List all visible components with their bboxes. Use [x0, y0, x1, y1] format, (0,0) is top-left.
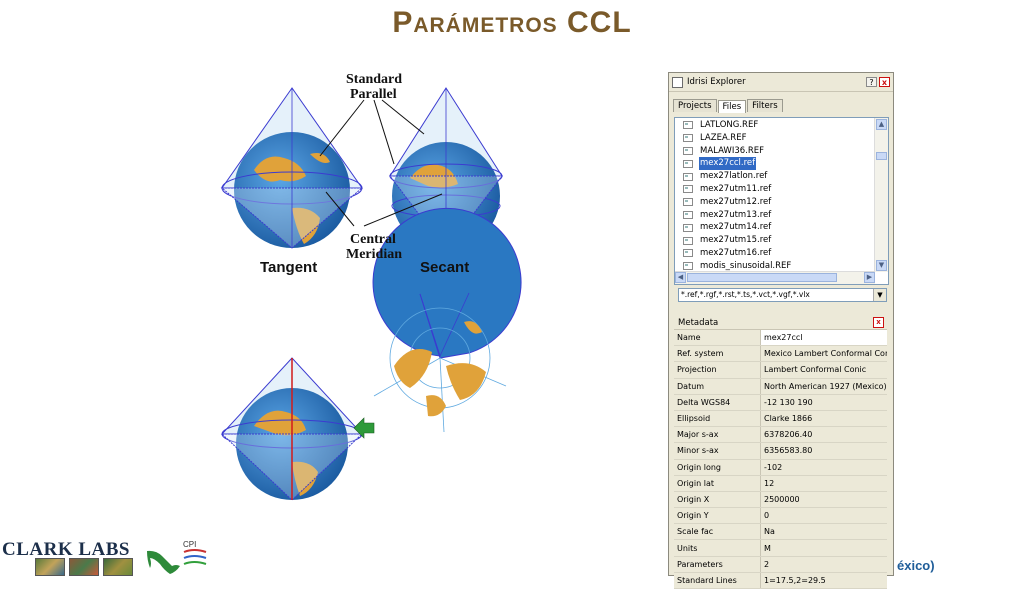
table-row: Origin Y0 — [674, 507, 887, 525]
metadata-header: Metadata x — [674, 316, 887, 330]
list-item[interactable]: mex27utm14.ref — [675, 221, 875, 234]
metadata-table: Name mex27ccl Ref. system Mexico Lambert C… — [674, 330, 887, 589]
file-icon — [683, 159, 693, 168]
table-row: Scale fac Na — [674, 523, 887, 541]
file-list: LATLONG.REF LAZEA.REF MALAWI36.REF mex27… — [674, 117, 889, 285]
label-meridian: Meridian — [346, 247, 402, 262]
chevron-down-icon[interactable]: ▼ — [873, 289, 886, 301]
scroll-thumb[interactable] — [876, 152, 887, 160]
label-central: Central — [350, 232, 396, 247]
vertical-scrollbar[interactable]: ▲ ▼ — [874, 118, 888, 272]
scroll-left-icon[interactable]: ◀ — [675, 272, 686, 283]
explorer-tabs: Projects Files Filters — [669, 92, 893, 113]
file-icon — [683, 249, 693, 258]
close-button[interactable]: x — [879, 77, 890, 87]
app-icon — [672, 76, 683, 88]
table-row: Origin X 2500000 — [674, 491, 887, 509]
mexico-map-icon — [147, 550, 180, 574]
map-thumbnail — [35, 558, 65, 576]
list-item[interactable]: MALAWI36.REF — [675, 145, 875, 158]
file-icon — [683, 223, 693, 232]
list-item[interactable]: LAZEA.REF — [675, 132, 875, 145]
table-row: Major s-ax 6378206.40 — [674, 426, 887, 444]
file-icon — [683, 198, 693, 207]
list-item[interactable]: mex27utm11.ref — [675, 183, 875, 196]
label-standard: Standard — [346, 72, 403, 87]
file-icon — [683, 210, 693, 219]
caption-tangent: Tangent — [260, 259, 318, 276]
logo-thumbnails — [35, 558, 137, 576]
title-rest: arámetros — [413, 6, 558, 39]
slide-title: Parámetros CCL — [0, 6, 1024, 40]
file-icon — [683, 172, 693, 181]
table-row: Datum North American 1927 (Mexico) — [674, 378, 887, 395]
list-item[interactable]: mex27latlon.ref — [675, 170, 875, 183]
tab-projects[interactable]: Projects — [673, 99, 717, 112]
table-row: Origin lat 12 — [674, 475, 887, 492]
file-icon — [683, 185, 693, 194]
explorer-titlebar: Idrisi Explorer ? x — [669, 73, 893, 92]
table-row: Parameters 2 — [674, 556, 887, 573]
scroll-down-icon[interactable]: ▼ — [876, 260, 887, 271]
horizontal-scrollbar[interactable]: ◀ ▶ — [675, 271, 875, 284]
metadata-close-icon[interactable]: x — [873, 317, 884, 328]
table-row: Units M — [674, 539, 887, 557]
map-thumbnail — [103, 558, 133, 576]
table-row: Name mex27ccl — [674, 330, 887, 347]
list-item[interactable]: mex27utm12.ref — [675, 196, 875, 209]
tangent-cone-figure — [220, 87, 364, 249]
file-icon — [683, 146, 693, 155]
table-row: Projection Lambert Conformal Conic — [674, 361, 887, 379]
file-icon — [683, 121, 693, 130]
cone-flattening-figure — [220, 357, 364, 501]
scroll-up-icon[interactable]: ▲ — [876, 119, 887, 130]
metadata-title: Metadata — [678, 317, 719, 328]
horizontal-scroll-thumb[interactable] — [687, 273, 837, 282]
conic-projection-diagram: Standard Parallel Central Meridian Tange… — [214, 66, 524, 526]
table-row: Ellipsoid Clarke 1866 — [674, 410, 887, 428]
table-row: Standard Lines 1=17.5,2=29.5 — [674, 572, 887, 589]
file-icon — [683, 134, 693, 143]
file-icon — [683, 236, 693, 245]
help-button[interactable]: ? — [866, 77, 877, 87]
table-row: Origin long -102 — [674, 459, 887, 476]
cpi-logo-text: CPI — [183, 540, 196, 549]
title-acronym: CCL — [567, 6, 632, 39]
list-item[interactable]: mex27utm16.ref — [675, 247, 875, 260]
cpi-logo-icon: CPI — [183, 540, 207, 565]
title-first-letter: P — [392, 6, 414, 39]
filter-value: *.ref,*.rgf,*.rst,*.ts,*.vct,*.vgf,*.vlx — [681, 290, 810, 299]
map-thumbnail — [69, 558, 99, 576]
list-item[interactable]: LATLONG.REF — [675, 119, 875, 132]
table-row: Ref. system Mexico Lambert Conformal Coni… — [674, 345, 887, 363]
list-item-selected[interactable]: mex27ccl.ref — [675, 157, 875, 171]
tab-filters[interactable]: Filters — [747, 99, 783, 112]
table-row: Minor s-ax 6356583.80 — [674, 442, 887, 460]
label-parallel: Parallel — [350, 87, 397, 102]
explorer-title: Idrisi Explorer — [687, 77, 746, 87]
table-row: Delta WGS84 -12 130 190 — [674, 394, 887, 411]
caption-secant: Secant — [420, 259, 470, 276]
file-icon — [683, 262, 693, 271]
list-item[interactable]: mex27utm15.ref — [675, 234, 875, 247]
file-filter-select[interactable]: *.ref,*.rgf,*.rst,*.ts,*.vct,*.vgf,*.vlx… — [678, 288, 887, 302]
trailing-text: éxico) — [897, 558, 935, 573]
idrisi-explorer-panel: Idrisi Explorer ? x Projects Files Filte… — [668, 72, 894, 589]
projection-illustration — [220, 87, 522, 501]
scroll-right-icon[interactable]: ▶ — [864, 272, 875, 283]
list-item[interactable]: mex27utm13.ref — [675, 209, 875, 222]
tab-files[interactable]: Files — [717, 100, 747, 113]
name-field[interactable]: mex27ccl — [760, 330, 887, 347]
